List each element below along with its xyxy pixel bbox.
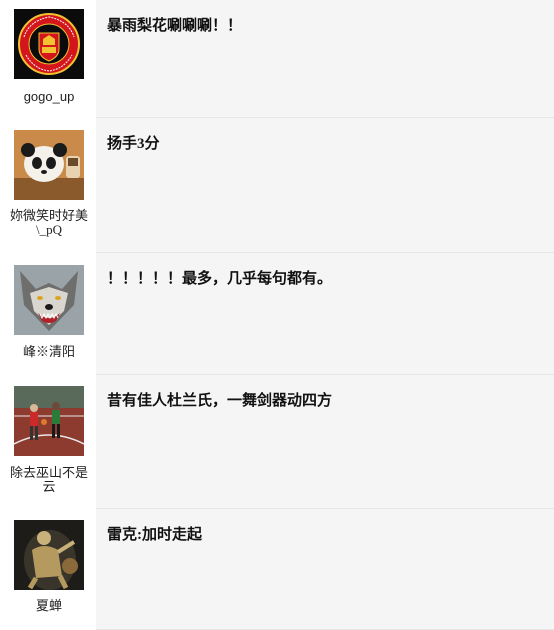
manchester-united-crest-avatar	[14, 9, 84, 79]
username[interactable]: 夏蝉	[8, 599, 90, 613]
user-avatar[interactable]	[14, 386, 84, 456]
comment-text: ！！！！！最多，几乎每句都有。	[107, 271, 333, 287]
username[interactable]: gogo_up	[8, 90, 90, 104]
wolf-avatar	[14, 265, 84, 335]
username[interactable]: 除去巫山不是云	[8, 466, 90, 494]
comment-item: 峰※清阳 ！！！！！最多，几乎每句都有。	[0, 253, 554, 375]
comment-text: 扬手3分	[107, 136, 160, 152]
basketball-court-avatar	[14, 386, 84, 456]
comment-list: gogo_up 暴雨梨花唰唰唰！！ 妳微笑时好美\_pQ 扬手3分 峰※清阳 ！…	[0, 0, 554, 630]
comment-item: gogo_up 暴雨梨花唰唰唰！！	[0, 0, 554, 118]
comment-item: 夏蝉 雷克:加时走起	[0, 509, 554, 630]
basketball-player-avatar	[14, 520, 84, 590]
comment-text: 昔有佳人杜兰氏，一舞剑器动四方	[107, 393, 333, 409]
comment-text: 暴雨梨花唰唰唰！！	[107, 18, 243, 34]
user-avatar[interactable]	[14, 520, 84, 590]
user-avatar[interactable]	[14, 265, 84, 335]
user-avatar[interactable]	[14, 130, 84, 200]
panda-toy-avatar	[14, 130, 84, 200]
username[interactable]: 妳微笑时好美\_pQ	[8, 209, 90, 237]
user-avatar[interactable]	[14, 9, 84, 79]
comment-item: 妳微笑时好美\_pQ 扬手3分	[0, 118, 554, 253]
username[interactable]: 峰※清阳	[8, 345, 90, 359]
comment-item: 除去巫山不是云 昔有佳人杜兰氏，一舞剑器动四方	[0, 375, 554, 509]
comment-text: 雷克:加时走起	[107, 527, 202, 543]
